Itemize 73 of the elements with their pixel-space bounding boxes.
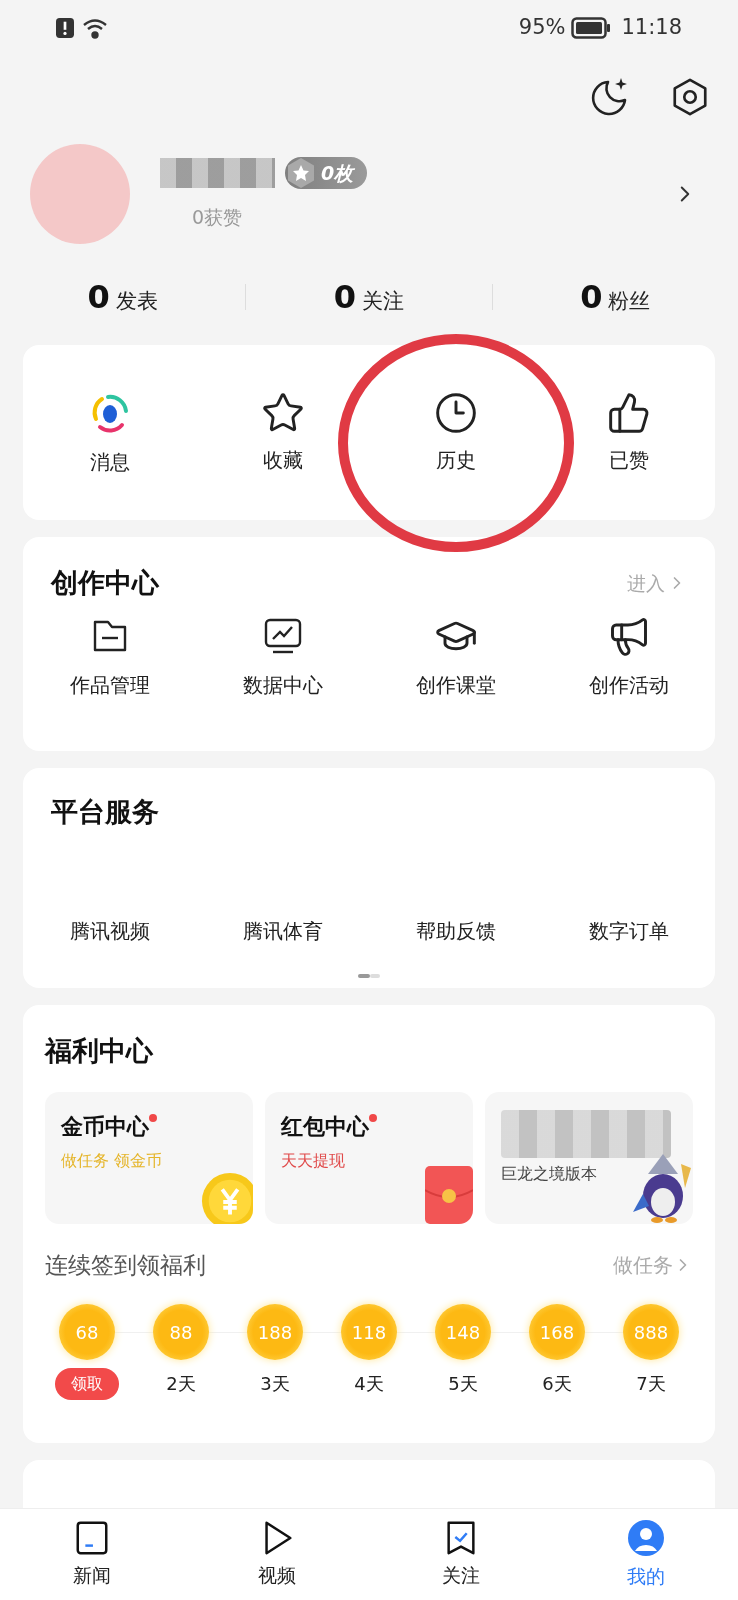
creation-item[interactable]: 作品管理 xyxy=(23,613,196,700)
creation-item[interactable]: 创作活动 xyxy=(542,613,715,700)
coin-reward: 88 xyxy=(153,1304,209,1360)
coin-reward: 888 xyxy=(623,1304,679,1360)
day-label: 3天 xyxy=(260,1372,290,1396)
avatar-icon xyxy=(625,1518,666,1559)
page-indicator xyxy=(358,974,380,978)
day-label: 5天 xyxy=(448,1372,478,1396)
creation-label: 数据中心 xyxy=(242,671,323,699)
stat-count: 0 xyxy=(580,277,603,318)
section-title: 创作中心 xyxy=(51,566,159,600)
medal-count: 0枚 xyxy=(321,160,354,186)
coin-reward: 168 xyxy=(529,1304,585,1360)
platform-item[interactable]: 腾讯视频 xyxy=(23,916,196,946)
day-label: 7天 xyxy=(636,1372,666,1396)
alert-icon xyxy=(56,17,74,38)
platform-item[interactable]: 数字订单 xyxy=(542,916,715,946)
nav-tab[interactable]: 视频 xyxy=(184,1509,369,1600)
clock-icon xyxy=(433,390,478,435)
shortcut-item[interactable]: 已赞 xyxy=(542,390,715,475)
card-subtitle: 天天提现 xyxy=(281,1149,346,1172)
day-label: 2天 xyxy=(166,1372,196,1396)
card-title: 红包中心 xyxy=(281,1112,369,1141)
stat-item[interactable]: 0 粉丝 xyxy=(492,273,738,321)
shortcut-label: 消息 xyxy=(89,448,130,476)
card-subtitle: 巨龙之境版本 xyxy=(501,1162,598,1185)
thumbs-up-icon xyxy=(606,390,651,435)
stat-count: 0 xyxy=(333,277,357,318)
day-label: 4天 xyxy=(354,1372,384,1396)
star-medal-icon xyxy=(285,156,317,189)
shortcut-label: 已赞 xyxy=(608,446,649,474)
coin-center-card[interactable]: 金币中心 做任务 领金币 xyxy=(45,1091,253,1224)
likes-count: 0获赞 xyxy=(192,204,244,230)
creation-item[interactable]: 创作课堂 xyxy=(369,613,542,700)
coin-reward: 188 xyxy=(247,1304,303,1360)
battery-percent: 95% xyxy=(518,13,566,41)
nav-tab[interactable]: 新闻 xyxy=(0,1509,185,1600)
stat-item[interactable]: 0 发表 xyxy=(0,273,246,321)
creation-label: 创作活动 xyxy=(588,671,669,699)
promo-card[interactable]: 巨龙之境版本 xyxy=(485,1091,693,1224)
shortcut-label: 收藏 xyxy=(262,446,303,474)
wifi-icon xyxy=(82,16,108,39)
day-label: 6天 xyxy=(542,1372,572,1396)
checkin-title: 连续签到领福利 xyxy=(45,1250,206,1280)
stat-label: 粉丝 xyxy=(608,288,651,315)
stat-label: 关注 xyxy=(362,288,405,315)
platform-item[interactable]: 帮助反馈 xyxy=(369,916,542,946)
stat-label: 发表 xyxy=(115,288,158,315)
shortcut-label: 历史 xyxy=(435,446,476,474)
shortcut-item[interactable]: 消息 xyxy=(23,388,196,477)
coin-reward: 68 xyxy=(59,1304,115,1360)
card-title: 金币中心 xyxy=(61,1112,149,1141)
creation-item[interactable]: 数据中心 xyxy=(196,613,369,700)
section-title: 福利中心 xyxy=(45,1035,153,1066)
settings-icon[interactable] xyxy=(670,77,710,117)
shortcut-item[interactable]: 收藏 xyxy=(196,390,369,475)
creation-label: 作品管理 xyxy=(69,671,150,699)
nav-tab[interactable]: 我的 xyxy=(553,1509,738,1600)
platform-item[interactable]: 腾讯体育 xyxy=(196,916,369,946)
coin-reward: 148 xyxy=(435,1304,491,1360)
claim-button[interactable]: 领取 xyxy=(55,1368,119,1400)
yuan-coin-icon xyxy=(201,1171,253,1224)
coin-reward: 118 xyxy=(341,1304,397,1360)
creation-label: 创作课堂 xyxy=(415,671,496,699)
card-subtitle: 做任务 领金币 xyxy=(61,1149,164,1172)
stat-item[interactable]: 0 关注 xyxy=(246,273,492,321)
stat-count: 0 xyxy=(87,277,110,318)
clock-time: 11:18 xyxy=(621,13,682,41)
battery-icon xyxy=(571,16,612,39)
nav-tab[interactable]: 关注 xyxy=(369,1509,554,1600)
section-title: 平台服务 xyxy=(51,795,160,829)
hongbao-card[interactable]: 红包中心 天天提现 xyxy=(265,1091,473,1224)
envelope-icon xyxy=(425,1165,473,1224)
